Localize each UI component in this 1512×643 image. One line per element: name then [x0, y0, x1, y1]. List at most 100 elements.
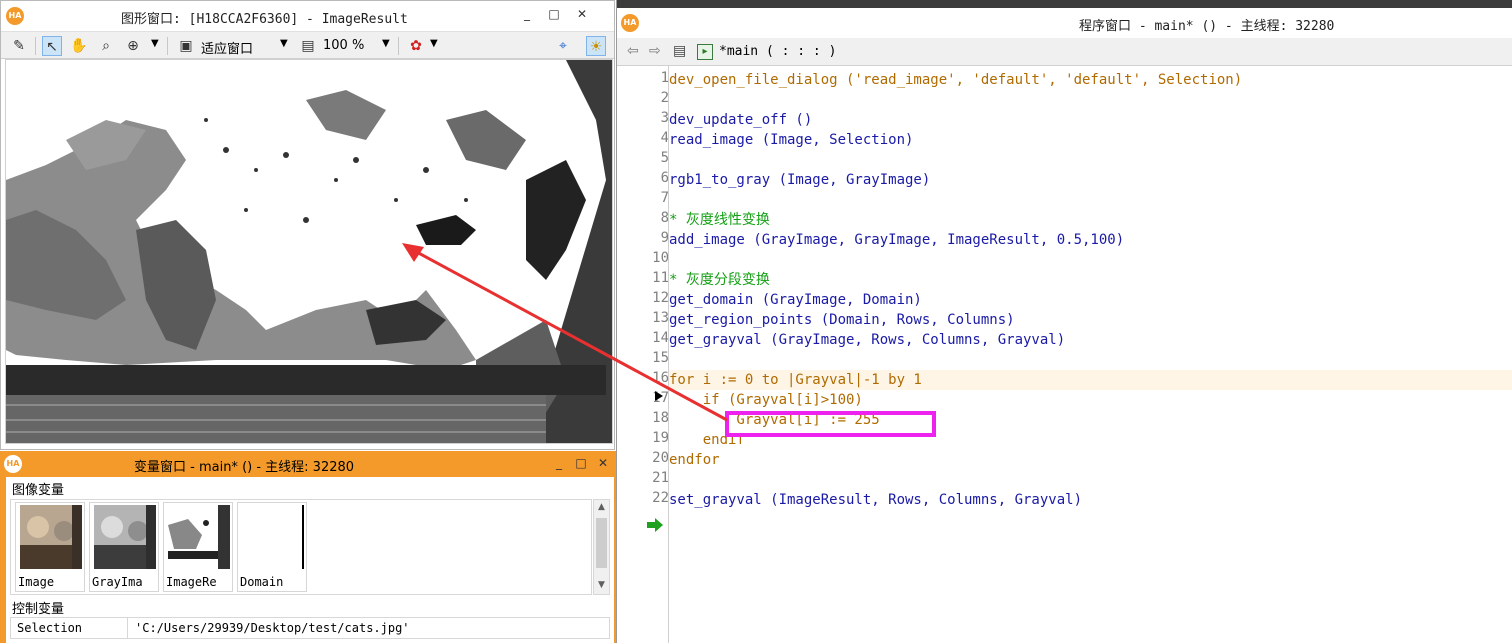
halcon-logo-icon: HA: [6, 7, 24, 25]
line-number: 19: [652, 430, 669, 446]
image-vars-label: 图像变量: [12, 483, 65, 498]
procedure-icon: ▸: [697, 44, 713, 60]
image-canvas[interactable]: [5, 59, 613, 444]
line-number: 11: [652, 270, 669, 286]
variable-window-body: 图像变量 Image GrayIma ImageRe Domain ▲ ▼ 控制…: [6, 477, 614, 643]
close-button[interactable]: ✕: [596, 456, 610, 470]
image-var-name: Image: [18, 575, 55, 589]
variable-window-title: 变量窗口 - main* () - 主线程: 32280: [134, 460, 355, 475]
back-arrow-icon[interactable]: ⇦: [627, 43, 639, 59]
line-number: 13: [652, 310, 669, 326]
program-window-titlebar[interactable]: HA 程序窗口 - main* () - 主线程: 32280: [617, 8, 1512, 38]
code-line[interactable]: dev_update_off (): [669, 110, 1512, 130]
line-number: 12: [652, 290, 669, 306]
code-line[interactable]: set_grayval (ImageResult, Rows, Columns,…: [669, 490, 1512, 510]
graphics-window-titlebar[interactable]: HA 图形窗口: [H18CCA2F6360] - ImageResult _ …: [1, 1, 614, 31]
code-line[interactable]: read_image (Image, Selection): [669, 130, 1512, 150]
code-line[interactable]: [669, 150, 1512, 170]
control-vars-label: 控制变量: [12, 602, 65, 617]
code-comment[interactable]: * 灰度分段变换: [669, 270, 1512, 290]
close-button[interactable]: ✕: [575, 7, 589, 21]
code-line[interactable]: get_grayval (GrayImage, Rows, Columns, G…: [669, 330, 1512, 350]
roi-icon[interactable]: ⌖: [553, 36, 573, 56]
code-line[interactable]: [669, 350, 1512, 370]
line-number: 2: [660, 90, 669, 106]
chevron-down-icon[interactable]: ▼: [280, 38, 288, 49]
variable-window: HA 变量窗口 - main* () - 主线程: 32280 _ □ ✕ 图像…: [0, 451, 620, 643]
lightbulb-icon[interactable]: ☀: [586, 36, 606, 56]
thumbnail-image: [94, 505, 156, 569]
image-vars-scrollbar[interactable]: ▲ ▼: [593, 499, 610, 595]
scrollbar-thumb[interactable]: [596, 518, 607, 568]
zoom-in-icon[interactable]: ⊕: [123, 36, 143, 56]
image-var-name: ImageRe: [166, 575, 217, 589]
color-palette-icon[interactable]: ✿: [406, 36, 426, 56]
mouse-cursor-icon: [655, 391, 663, 401]
fit-window-label[interactable]: 适应窗口: [201, 38, 253, 57]
image-var-thumb[interactable]: Image: [15, 502, 85, 592]
code-line[interactable]: rgb1_to_gray (Image, GrayImage): [669, 170, 1512, 190]
minimize-button[interactable]: _: [552, 456, 566, 470]
thumbnail-image: [242, 505, 304, 569]
pc-arrow-icon: [647, 518, 663, 532]
image-var-thumb[interactable]: GrayIma: [89, 502, 159, 592]
line-number-gutter: 1 2 3 4 5 6 7 8 9 10 11 12 13 14 15 16 1…: [625, 66, 669, 643]
zoom-value[interactable]: 100 %: [323, 38, 364, 53]
thumbnail-image: [20, 505, 82, 569]
line-number: 14: [652, 330, 669, 346]
code-line[interactable]: [669, 190, 1512, 210]
code-comment[interactable]: * 灰度线性变换: [669, 210, 1512, 230]
chevron-down-icon[interactable]: ▼: [430, 38, 438, 49]
result-image: [6, 60, 612, 443]
image-var-thumb[interactable]: Domain: [237, 502, 307, 592]
image-var-name: Domain: [240, 575, 284, 589]
code-editor[interactable]: dev_open_file_dialog ('read_image', 'def…: [669, 66, 1512, 643]
image-vars-panel: Image GrayIma ImageRe Domain: [10, 499, 592, 595]
forward-arrow-icon[interactable]: ⇨: [649, 43, 661, 59]
line-number: 15: [652, 350, 669, 366]
edit-icon[interactable]: ✎: [9, 36, 29, 56]
line-number: 20: [652, 450, 669, 466]
maximize-button[interactable]: □: [547, 7, 561, 21]
control-var-row[interactable]: Selection 'C:/Users/29939/Desktop/test/c…: [10, 617, 610, 639]
code-line[interactable]: dev_open_file_dialog ('read_image', 'def…: [669, 70, 1512, 90]
code-line-if[interactable]: if (Grayval[i]>100): [669, 390, 1512, 410]
scroll-up-icon[interactable]: ▲: [594, 502, 609, 512]
control-var-name: Selection: [17, 621, 83, 635]
line-number: 8: [660, 210, 669, 226]
magnifier-icon[interactable]: ⌕: [96, 36, 116, 56]
program-window-title: 程序窗口 - main* () - 主线程: 32280: [1079, 19, 1335, 34]
procedure-selector[interactable]: *main ( : : : ): [719, 41, 836, 63]
chevron-down-icon[interactable]: ▼: [151, 38, 159, 49]
code-line[interactable]: get_domain (GrayImage, Domain): [669, 290, 1512, 310]
control-var-value: 'C:/Users/29939/Desktop/test/cats.jpg': [135, 621, 410, 635]
image-var-thumb[interactable]: ImageRe: [163, 502, 233, 592]
chevron-down-icon[interactable]: ▼: [382, 38, 390, 49]
fit-window-icon[interactable]: ▣: [176, 36, 196, 56]
line-number: 5: [660, 150, 669, 166]
scroll-down-icon[interactable]: ▼: [594, 580, 609, 590]
line-number: 1: [660, 70, 669, 86]
line-number: 4: [660, 130, 669, 146]
code-line-endfor[interactable]: endfor: [669, 450, 1512, 470]
zoom-icon[interactable]: ▤: [298, 36, 318, 56]
code-line[interactable]: [669, 470, 1512, 490]
graphics-window-title: 图形窗口: [H18CCA2F6360] - ImageResult: [121, 12, 408, 27]
minimize-button[interactable]: _: [520, 7, 534, 21]
line-number: 21: [652, 470, 669, 486]
variable-window-titlebar[interactable]: HA 变量窗口 - main* () - 主线程: 32280 _ □ ✕: [0, 451, 620, 477]
halcon-logo-icon: HA: [621, 14, 639, 32]
clipboard-icon[interactable]: ▤: [673, 43, 686, 59]
code-line[interactable]: add_image (GrayImage, GrayImage, ImageRe…: [669, 230, 1512, 250]
code-line[interactable]: get_region_points (Domain, Rows, Columns…: [669, 310, 1512, 330]
image-var-name: GrayIma: [92, 575, 143, 589]
code-line-for[interactable]: for i := 0 to |Grayval|-1 by 1: [669, 370, 1512, 390]
maximize-button[interactable]: □: [574, 456, 588, 470]
hand-pan-icon[interactable]: ✋: [69, 36, 89, 56]
pointer-icon[interactable]: ↖: [42, 36, 62, 56]
line-number: 9: [660, 230, 669, 246]
line-number: 7: [660, 190, 669, 206]
code-line[interactable]: [669, 90, 1512, 110]
code-line[interactable]: [669, 250, 1512, 270]
line-number: 16: [652, 370, 669, 386]
